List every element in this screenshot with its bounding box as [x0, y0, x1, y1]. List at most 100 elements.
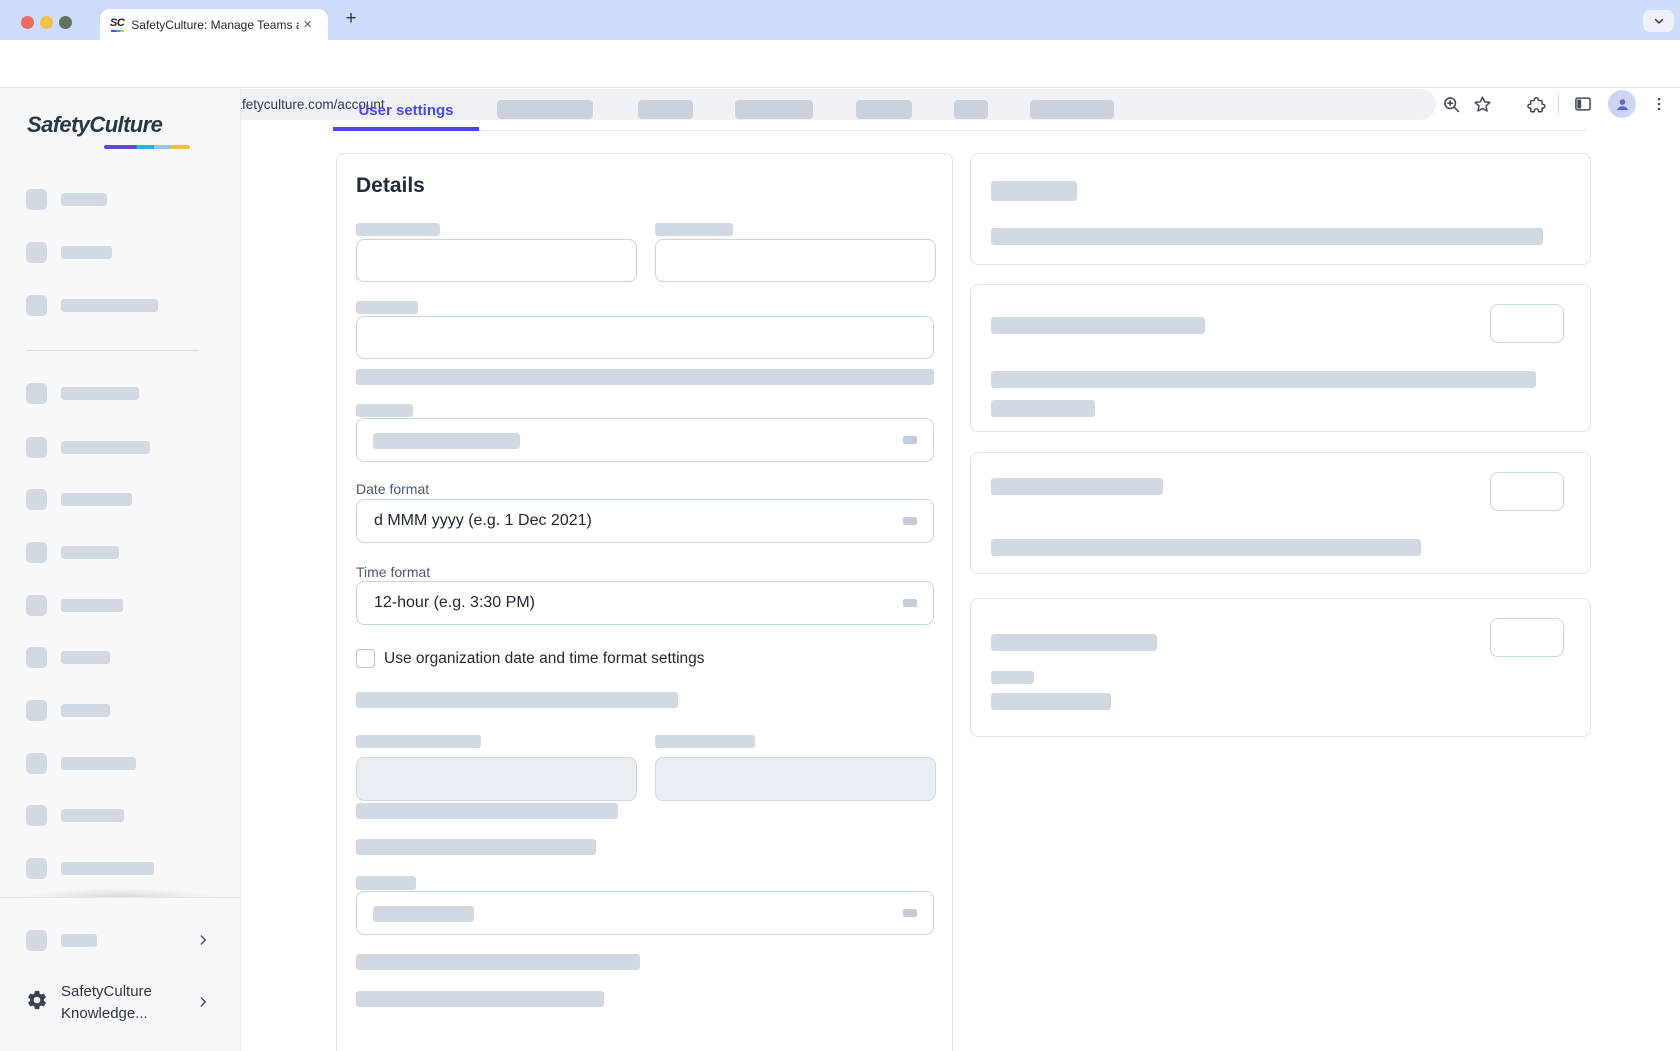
sidebar: SafetyCulture	[0, 88, 241, 1051]
sidebar-item-label-placeholder	[61, 546, 119, 559]
safetyculture-logo: SafetyCulture	[27, 112, 162, 138]
select-chevron-placeholder	[903, 909, 917, 917]
card-action-button[interactable]	[1490, 618, 1564, 657]
browser-toolbar: https://app.safetyculture.com/account	[0, 40, 1680, 88]
side-card	[970, 284, 1591, 432]
window-minimize-button[interactable]	[40, 16, 53, 29]
sidebar-scroll-shadow	[0, 884, 241, 897]
card-text-placeholder	[991, 539, 1421, 556]
time-format-value: 12-hour (e.g. 3:30 PM)	[357, 582, 933, 624]
card-text-placeholder	[991, 693, 1111, 710]
select-chevron-placeholder	[903, 436, 917, 444]
field-label-placeholder	[356, 876, 416, 890]
side-card	[970, 452, 1591, 574]
helper-text-placeholder	[356, 369, 934, 385]
sidebar-item-label-placeholder	[61, 493, 132, 506]
text-placeholder	[356, 803, 618, 819]
text-input[interactable]	[655, 239, 936, 282]
time-format-label: Time format	[356, 564, 430, 580]
kebab-menu-icon	[1650, 95, 1668, 113]
card-text-placeholder	[991, 400, 1095, 417]
profile-avatar[interactable]	[1608, 90, 1636, 118]
card-text-placeholder	[991, 228, 1543, 245]
text-input[interactable]	[356, 316, 934, 359]
new-tab-button[interactable]: +	[338, 6, 364, 32]
org-format-checkbox[interactable]	[356, 649, 375, 668]
sidebar-item-label-placeholder	[61, 809, 124, 822]
sidebar-item-icon-placeholder	[26, 647, 47, 668]
sidebar-item-icon-placeholder	[26, 858, 47, 879]
browser-tab-strip: SC SafetyCulture: Manage Teams and... × …	[0, 0, 1680, 40]
sidebar-item-icon-placeholder	[26, 437, 47, 458]
field-label-placeholder	[655, 735, 755, 748]
sidebar-item-icon-placeholder	[26, 595, 47, 616]
tab-skeleton[interactable]	[954, 100, 988, 119]
tab-skeleton[interactable]	[735, 100, 813, 119]
time-format-select[interactable]: 12-hour (e.g. 3:30 PM)	[356, 581, 934, 625]
sidebar-item-label-placeholder	[61, 246, 112, 259]
card-text-placeholder	[991, 371, 1536, 388]
sidebar-item-icon-placeholder	[26, 383, 47, 404]
sidebar-footer-divider	[0, 897, 241, 898]
card-title-placeholder	[991, 634, 1157, 651]
sidebar-item-icon-placeholder	[26, 189, 47, 210]
sidebar-item-label-placeholder	[61, 651, 110, 664]
safetyculture-favicon: SC	[110, 18, 124, 32]
sidebar-item-icon-placeholder	[26, 295, 47, 316]
window-close-button[interactable]	[21, 16, 34, 29]
tab-title: SafetyCulture: Manage Teams and...	[131, 18, 299, 32]
field-label-placeholder	[356, 223, 440, 236]
tab-user-settings[interactable]: User settings	[333, 98, 479, 131]
sidebar-item-label-placeholder	[61, 193, 107, 206]
sidebar-item-label-placeholder	[61, 441, 150, 454]
sidebar-item-label-placeholder	[61, 934, 97, 947]
sidebar-item-label-placeholder	[61, 704, 110, 717]
date-format-label: Date format	[356, 481, 429, 497]
text-placeholder	[356, 991, 604, 1007]
card-title-placeholder	[991, 181, 1077, 201]
select-field[interactable]	[356, 891, 934, 935]
chevron-right-icon	[196, 995, 210, 1009]
org-format-checkbox-label: Use organization date and time format se…	[384, 650, 705, 668]
details-heading: Details	[356, 174, 425, 198]
tab-close-icon[interactable]: ×	[303, 17, 312, 32]
sidebar-item-icon-placeholder	[26, 542, 47, 563]
select-value-placeholder	[373, 433, 520, 449]
card-title-placeholder	[991, 317, 1205, 334]
card-title-placeholder	[991, 478, 1163, 495]
text-input[interactable]	[356, 239, 637, 282]
tab-skeleton[interactable]	[856, 100, 912, 119]
date-format-select[interactable]: d MMM yyyy (e.g. 1 Dec 2021)	[356, 499, 934, 543]
text-placeholder	[356, 839, 596, 855]
window-zoom-button[interactable]	[59, 16, 72, 29]
tab-skeleton[interactable]	[638, 100, 693, 119]
field-label-placeholder	[356, 735, 481, 748]
side-card	[970, 153, 1591, 265]
field-label-placeholder	[655, 223, 733, 236]
select-field[interactable]	[356, 418, 934, 462]
card-action-button[interactable]	[1490, 304, 1564, 343]
select-chevron-placeholder	[903, 517, 917, 525]
browser-tab[interactable]: SC SafetyCulture: Manage Teams and... ×	[100, 9, 328, 40]
sidebar-item-label-placeholder	[61, 757, 136, 770]
sidebar-item-label-placeholder	[61, 599, 123, 612]
date-format-value: d MMM yyyy (e.g. 1 Dec 2021)	[357, 500, 933, 542]
field-label-placeholder	[356, 404, 413, 417]
card-action-button[interactable]	[1490, 472, 1564, 511]
sidebar-item-icon-placeholder	[26, 930, 47, 951]
gear-icon	[26, 989, 48, 1011]
sidebar-item-label-placeholder	[61, 387, 139, 400]
sidebar-item-label-placeholder	[61, 299, 158, 312]
details-card: Details Date format d MMM yyyy (e.g. 1 D…	[336, 153, 953, 1051]
field-label-placeholder	[356, 301, 418, 314]
tab-skeleton[interactable]	[497, 100, 593, 119]
tab-skeleton[interactable]	[1030, 100, 1114, 119]
disabled-input	[356, 757, 637, 801]
settings-tabs: User settings	[336, 98, 1586, 131]
tab-search-chevron-button[interactable]	[1643, 10, 1674, 32]
logo-underline	[104, 145, 190, 149]
text-placeholder	[356, 692, 678, 708]
browser-menu-button[interactable]	[1648, 93, 1670, 115]
chevron-right-icon	[196, 933, 210, 947]
sidebar-item-icon-placeholder	[26, 489, 47, 510]
